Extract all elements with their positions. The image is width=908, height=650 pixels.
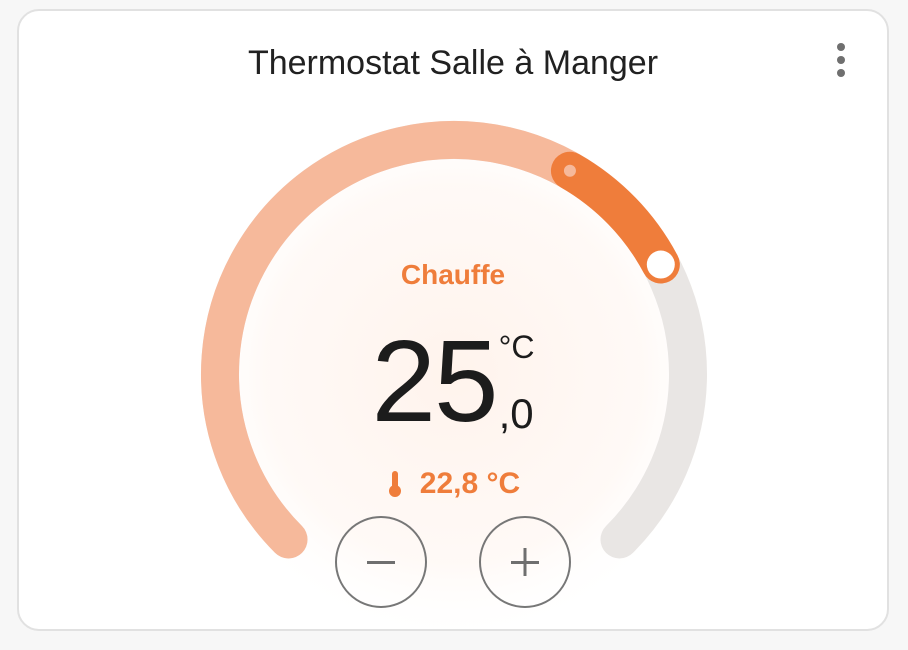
- target-temperature-integer: 25: [371, 316, 499, 446]
- minus-icon: [367, 561, 395, 564]
- increase-temperature-button[interactable]: [479, 516, 571, 608]
- current-temperature-value: 22,8 °C: [419, 467, 521, 500]
- thermostat-card: Thermostat Salle à Manger Chauffe 25 °C …: [17, 9, 889, 631]
- current-temperature-marker: [563, 164, 576, 177]
- current-temperature: 22,8 °C: [19, 466, 887, 502]
- hvac-mode-label: Chauffe: [400, 259, 506, 290]
- target-temperature: 25 °C ,0: [19, 321, 887, 441]
- plus-icon: [511, 548, 539, 576]
- thermometer-icon: [388, 471, 401, 497]
- target-temperature-unit: °C: [498, 329, 535, 365]
- decrease-temperature-button[interactable]: [335, 516, 427, 608]
- target-temperature-decimal: ,0: [498, 390, 534, 437]
